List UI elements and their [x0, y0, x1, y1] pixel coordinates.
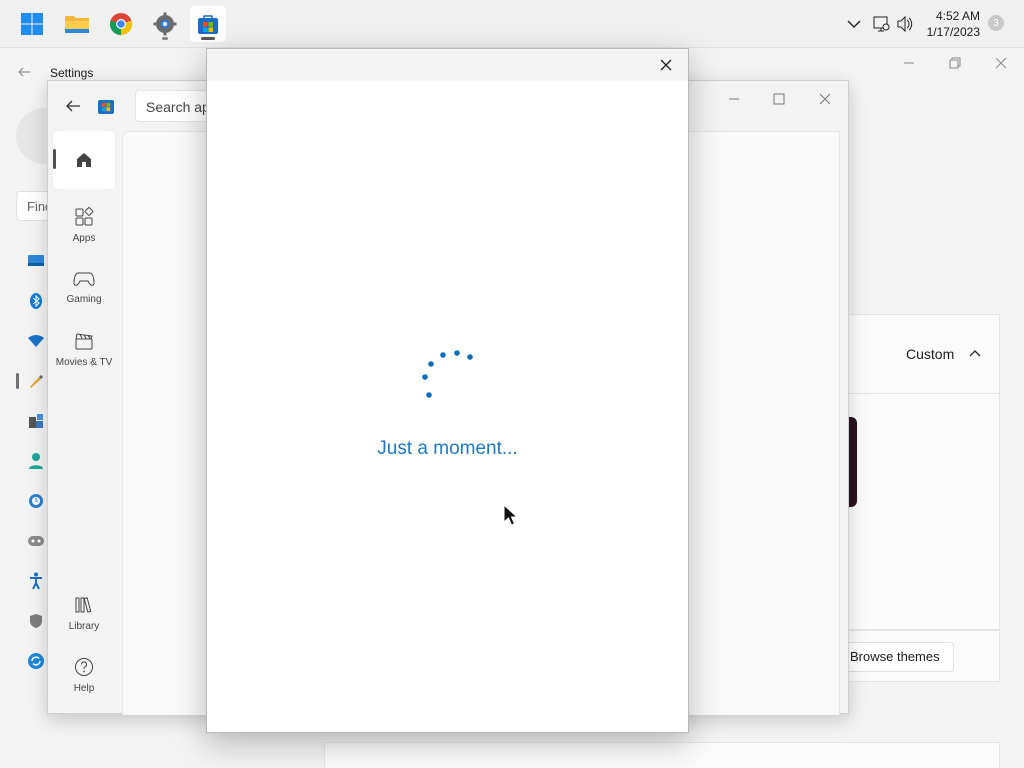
chevron-up-icon[interactable]	[967, 345, 983, 361]
volume-icon[interactable]	[896, 0, 914, 48]
dialog-header	[207, 49, 688, 81]
theme-current-label: Custom	[906, 346, 955, 362]
personalization-icon[interactable]	[27, 372, 45, 390]
nav-library[interactable]: Library	[53, 584, 115, 642]
apps-settings-icon[interactable]	[27, 412, 45, 430]
running-indicator	[201, 37, 215, 40]
loading-dialog: Just a moment...	[206, 48, 689, 733]
network-icon[interactable]	[27, 332, 45, 350]
time-language-icon[interactable]	[27, 492, 45, 510]
clock-time: 4:52 AM	[935, 9, 980, 23]
mouse-cursor-icon	[503, 504, 519, 526]
nav-apps-label: Apps	[72, 232, 96, 244]
nav-gaming-label: Gaming	[66, 293, 102, 305]
library-icon	[75, 596, 92, 613]
chrome-icon	[109, 13, 133, 36]
settings-close-icon[interactable]	[994, 56, 1008, 70]
taskbar: 4:52 AM 1/17/2023 3	[0, 0, 1024, 48]
accounts-icon[interactable]	[27, 452, 45, 470]
chevron-down-icon[interactable]	[846, 0, 862, 48]
store-bag-icon	[198, 15, 218, 34]
settings-minimize-icon[interactable]	[902, 56, 916, 70]
notification-badge[interactable]: 3	[988, 15, 1004, 31]
clock-date: 1/17/2023	[926, 25, 980, 39]
network-status-icon[interactable]	[872, 0, 890, 48]
bluetooth-icon[interactable]	[27, 292, 45, 310]
start-icon	[21, 13, 43, 35]
loading-message: Just a moment...	[377, 438, 518, 459]
settings-gear-icon	[153, 12, 177, 36]
nav-apps[interactable]: Apps	[53, 196, 115, 254]
home-icon	[77, 153, 91, 167]
apps-icon	[75, 206, 94, 225]
taskbar-clock[interactable]: 4:52 AM 1/17/2023	[927, 8, 980, 40]
settings-back-arrow-icon[interactable]	[16, 64, 32, 80]
running-indicator	[162, 37, 168, 40]
accessibility-icon[interactable]	[27, 572, 45, 590]
windows-update-icon[interactable]	[27, 652, 45, 670]
store-close-icon[interactable]	[815, 89, 835, 109]
system-icon[interactable]	[27, 252, 45, 270]
store-maximize-icon[interactable]	[769, 89, 789, 109]
help-icon	[75, 657, 93, 676]
theme-thumbnail[interactable]	[848, 417, 857, 507]
file-explorer-button[interactable]	[59, 6, 95, 42]
settings-title: Settings	[50, 66, 94, 80]
store-taskbar-button[interactable]	[190, 6, 226, 42]
settings-card	[324, 742, 1000, 768]
store-logo-icon	[98, 100, 114, 114]
nav-home[interactable]	[53, 131, 115, 189]
loading-spinner-icon	[422, 350, 473, 398]
nav-gaming[interactable]: Gaming	[53, 258, 115, 316]
back-arrow-icon[interactable]	[64, 97, 82, 115]
browse-themes-button[interactable]: Browse themes	[840, 642, 954, 672]
nav-movies-tv-label: Movies & TV	[55, 356, 113, 368]
nav-library-label: Library	[68, 620, 100, 632]
store-minimize-icon[interactable]	[724, 89, 744, 109]
privacy-security-icon[interactable]	[27, 612, 45, 630]
start-button[interactable]	[14, 6, 50, 42]
dialog-close-icon[interactable]	[658, 57, 674, 73]
nav-movies-tv[interactable]: Movies & TV	[53, 320, 115, 378]
gaming-settings-icon[interactable]	[27, 532, 45, 550]
nav-active-indicator	[53, 149, 56, 169]
settings-nav-active-indicator	[16, 373, 19, 389]
chrome-button[interactable]	[103, 6, 139, 42]
nav-help[interactable]: Help	[53, 646, 115, 704]
nav-help-label: Help	[73, 682, 95, 694]
theme-grid	[848, 394, 1000, 630]
settings-taskbar-button[interactable]	[147, 6, 183, 42]
settings-restore-icon[interactable]	[948, 56, 962, 70]
gamepad-icon	[73, 272, 95, 286]
file-explorer-icon	[65, 16, 89, 33]
clapperboard-icon	[75, 332, 93, 349]
